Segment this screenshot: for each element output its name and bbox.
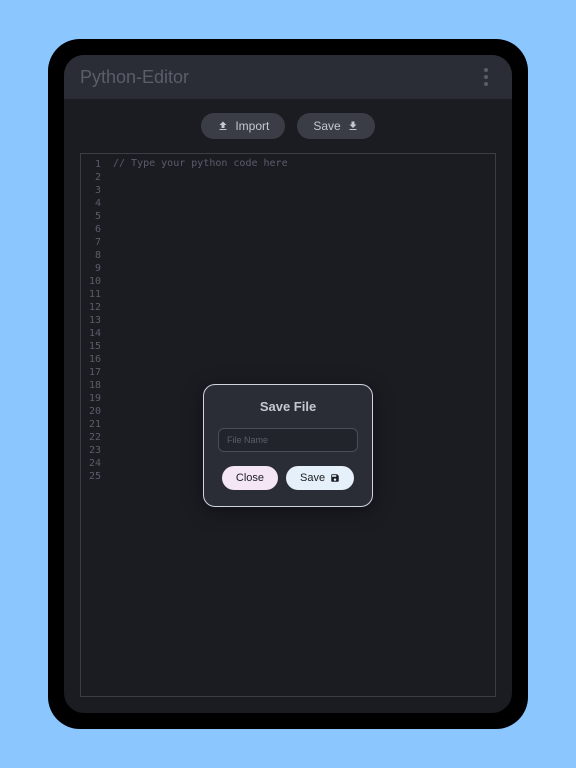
line-number: 3 — [81, 184, 101, 197]
code-placeholder: // Type your python code here — [113, 158, 288, 169]
editor-area: 1234567891011121314151617181920212223242… — [80, 153, 496, 697]
modal-save-label: Save — [300, 472, 325, 484]
modal-close-label: Close — [236, 472, 264, 484]
line-number: 16 — [81, 353, 101, 366]
tablet-frame: Python-Editor Import Save 12345678910111… — [48, 39, 528, 729]
import-label: Import — [235, 119, 269, 133]
line-number: 19 — [81, 392, 101, 405]
app-screen: Python-Editor Import Save 12345678910111… — [64, 55, 512, 713]
line-number: 17 — [81, 366, 101, 379]
app-header: Python-Editor — [64, 55, 512, 99]
line-number: 21 — [81, 418, 101, 431]
save-label: Save — [313, 119, 340, 133]
line-number: 4 — [81, 197, 101, 210]
line-number-gutter: 1234567891011121314151617181920212223242… — [81, 154, 107, 696]
line-number: 9 — [81, 262, 101, 275]
line-number: 11 — [81, 288, 101, 301]
line-number: 10 — [81, 275, 101, 288]
more-menu-icon[interactable] — [476, 60, 496, 94]
line-number: 12 — [81, 301, 101, 314]
line-number: 24 — [81, 457, 101, 470]
toolbar: Import Save — [64, 99, 512, 153]
line-number: 1 — [81, 158, 101, 171]
download-icon — [347, 120, 359, 132]
modal-title: Save File — [218, 399, 358, 414]
modal-close-button[interactable]: Close — [222, 466, 278, 490]
line-number: 2 — [81, 171, 101, 184]
line-number: 6 — [81, 223, 101, 236]
import-button[interactable]: Import — [201, 113, 285, 139]
line-number: 5 — [81, 210, 101, 223]
upload-icon — [217, 120, 229, 132]
line-number: 25 — [81, 470, 101, 483]
line-number: 20 — [81, 405, 101, 418]
line-number: 14 — [81, 327, 101, 340]
save-file-modal: Save File Close Save — [203, 384, 373, 507]
line-number: 8 — [81, 249, 101, 262]
modal-save-button[interactable]: Save — [286, 466, 354, 490]
filename-input[interactable] — [218, 428, 358, 452]
modal-button-row: Close Save — [218, 466, 358, 490]
line-number: 13 — [81, 314, 101, 327]
line-number: 22 — [81, 431, 101, 444]
save-button[interactable]: Save — [297, 113, 374, 139]
line-number: 7 — [81, 236, 101, 249]
floppy-disk-icon — [330, 473, 340, 483]
line-number: 18 — [81, 379, 101, 392]
app-title: Python-Editor — [80, 67, 189, 88]
line-number: 15 — [81, 340, 101, 353]
line-number: 23 — [81, 444, 101, 457]
